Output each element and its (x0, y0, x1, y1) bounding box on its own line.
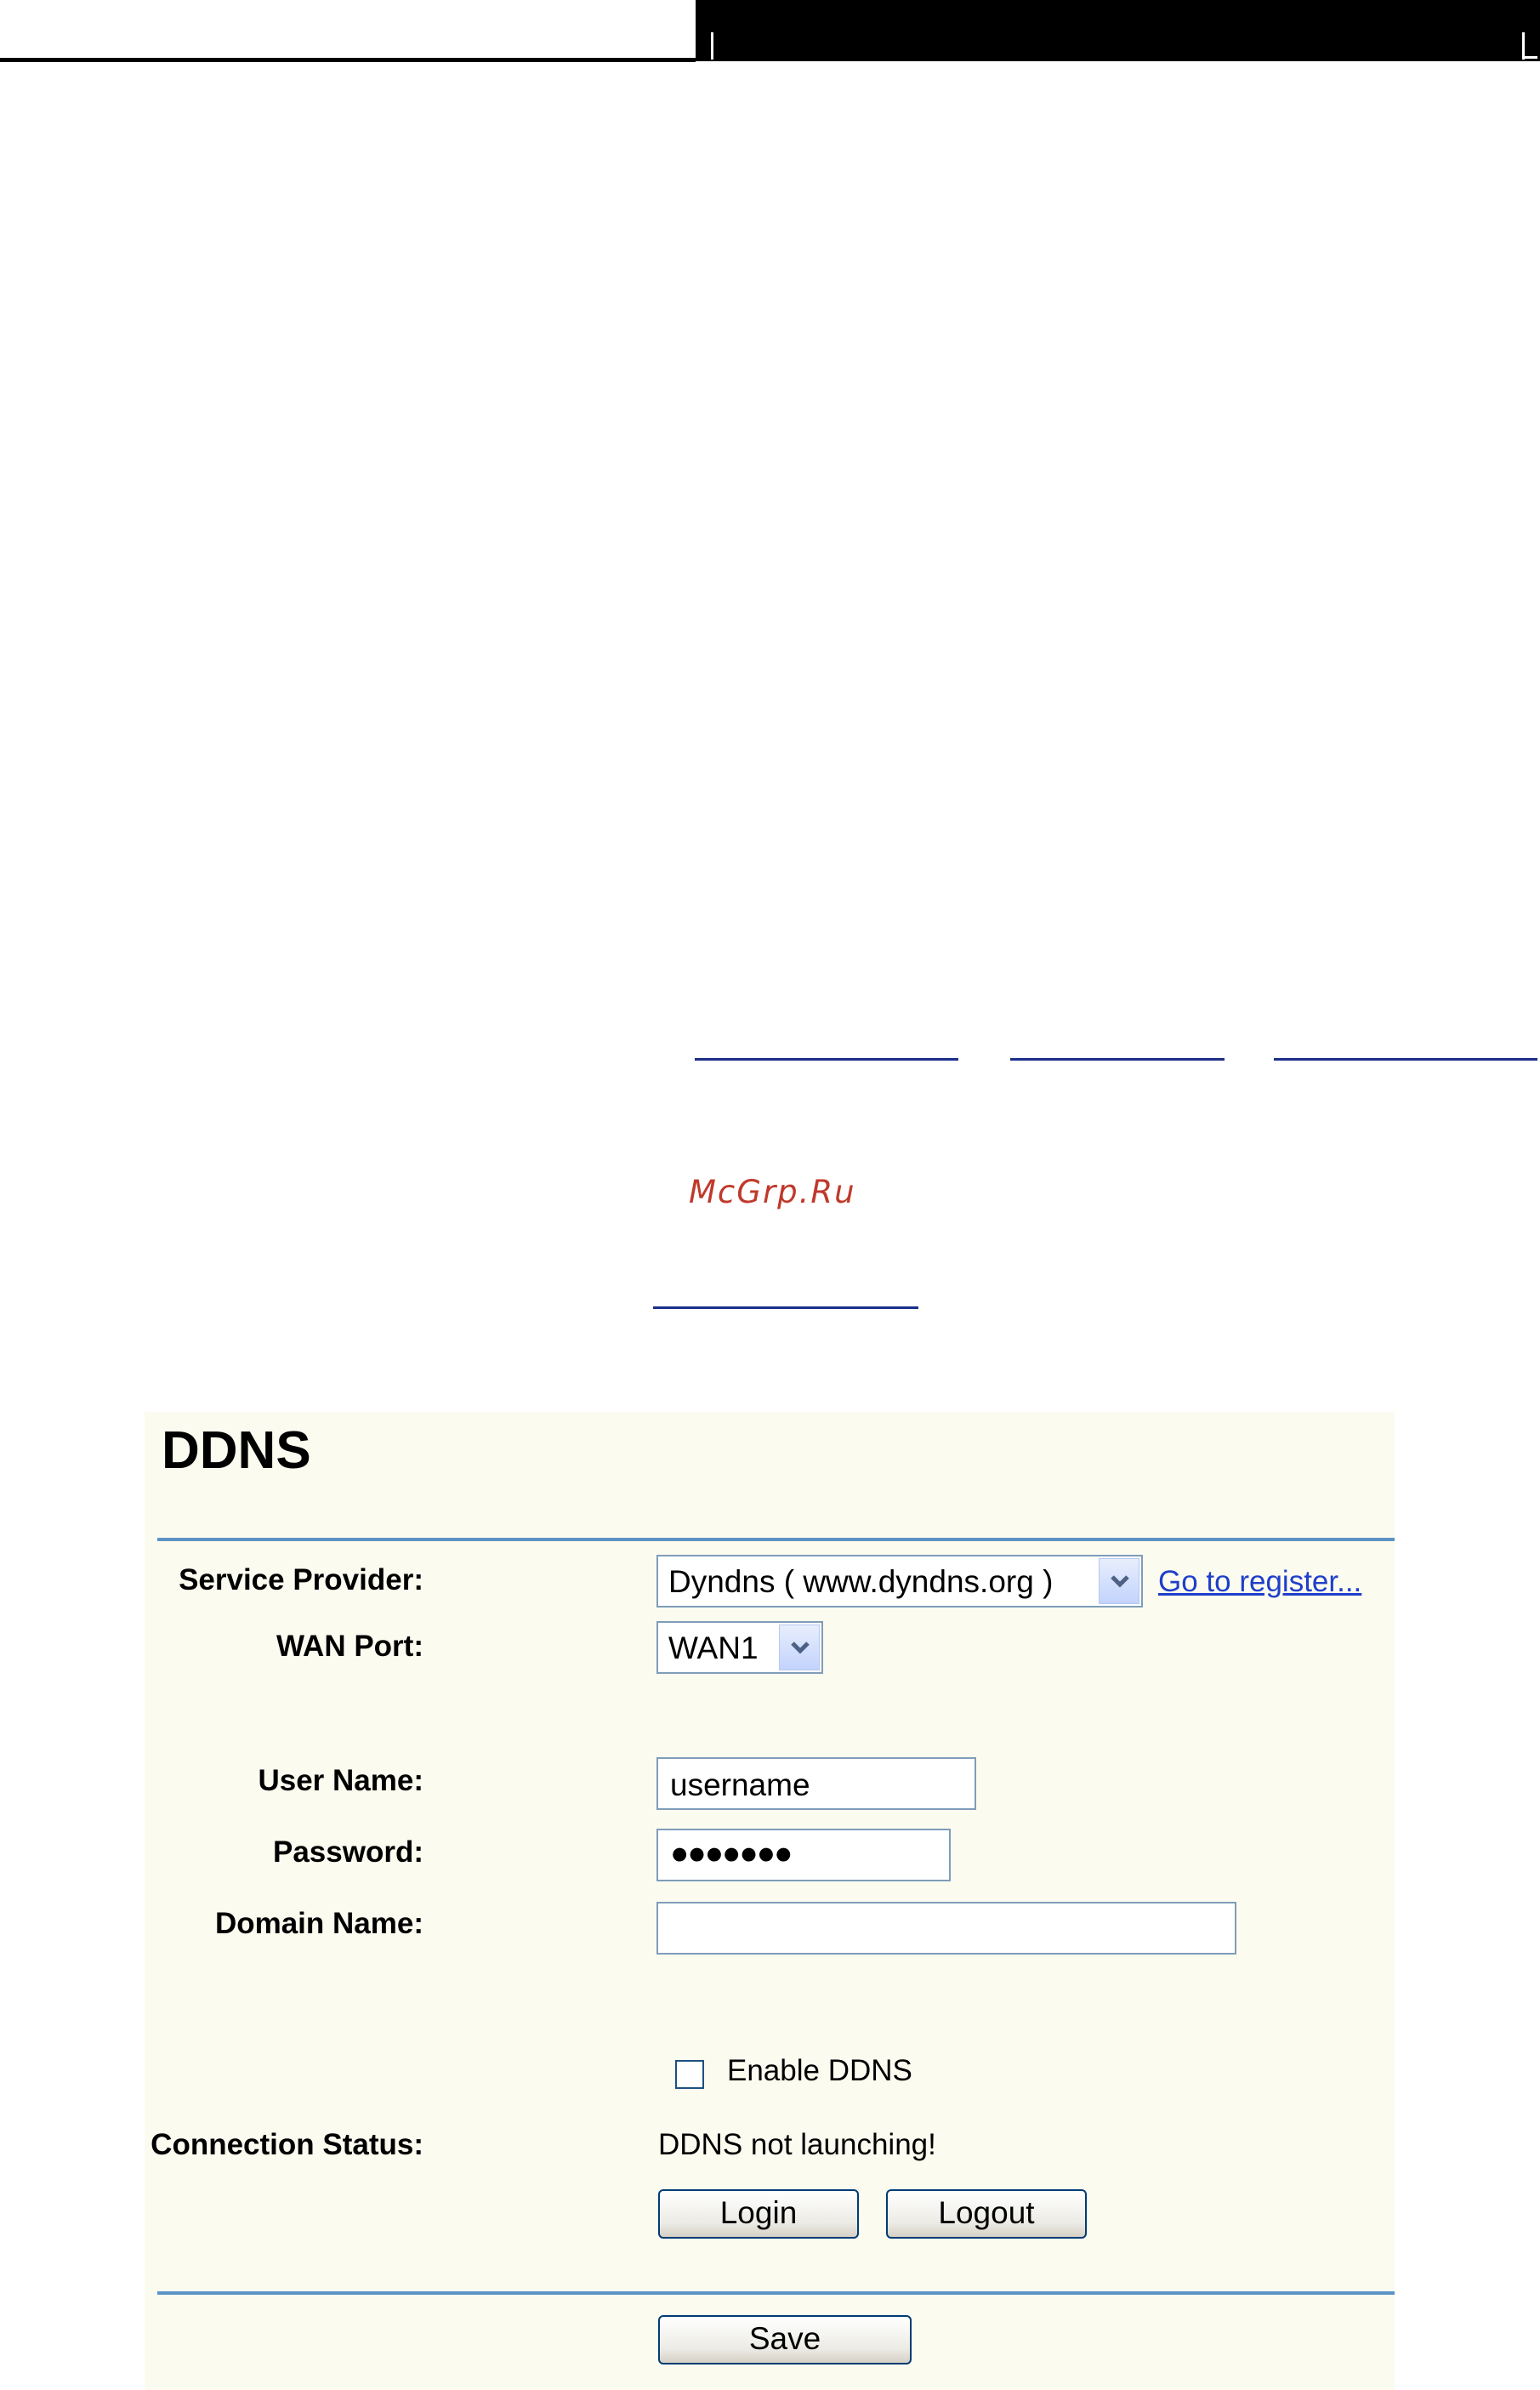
top-divider (157, 1538, 1395, 1541)
link-underline (1010, 1058, 1225, 1061)
header-mark-left (711, 32, 713, 60)
chevron-down-icon[interactable] (779, 1625, 820, 1670)
header-bar (696, 0, 1540, 61)
password-value: ●●●●●●● (670, 1835, 793, 1870)
link-underline (653, 1306, 918, 1309)
go-to-register-link[interactable]: Go to register... (1158, 1565, 1361, 1599)
save-button[interactable]: Save (658, 2315, 912, 2364)
domain-name-label: Domain Name: (214, 1907, 423, 1940)
login-button[interactable]: Login (658, 2189, 859, 2239)
chevron-down-icon[interactable] (1099, 1558, 1139, 1604)
link-underline (695, 1058, 958, 1061)
page-title: DDNS (162, 1421, 311, 1480)
connection-status-label: Connection Status: (151, 2128, 423, 2161)
service-provider-label: Service Provider: (179, 1563, 423, 1596)
enable-ddns-label: Enable DDNS (727, 2054, 912, 2087)
user-name-value: username (670, 1767, 810, 1802)
domain-name-input[interactable] (656, 1902, 1236, 1955)
service-provider-select[interactable]: Dyndns ( www.dyndns.org ) (656, 1555, 1143, 1608)
bottom-divider (157, 2291, 1395, 2295)
link-underline (1274, 1058, 1537, 1061)
wan-port-select[interactable]: WAN1 (656, 1621, 823, 1674)
watermark: McGrp.Ru (689, 1174, 856, 1210)
logout-button[interactable]: Logout (886, 2189, 1087, 2239)
enable-ddns-checkbox[interactable] (675, 2060, 704, 2089)
user-name-input[interactable]: username (656, 1757, 976, 1810)
service-provider-value: Dyndns ( www.dyndns.org ) (668, 1564, 1054, 1599)
user-name-label: User Name: (258, 1764, 423, 1797)
wan-port-label: WAN Port: (276, 1630, 423, 1663)
ddns-panel: DDNS Service Provider: Dyndns ( www.dynd… (145, 1412, 1395, 2390)
header-mark-right-foot (1522, 56, 1537, 59)
password-input[interactable]: ●●●●●●● (656, 1829, 951, 1881)
connection-status-value: DDNS not launching! (658, 2128, 936, 2161)
password-label: Password: (273, 1835, 423, 1869)
wan-port-value: WAN1 (668, 1630, 759, 1665)
header-rule (0, 58, 696, 62)
